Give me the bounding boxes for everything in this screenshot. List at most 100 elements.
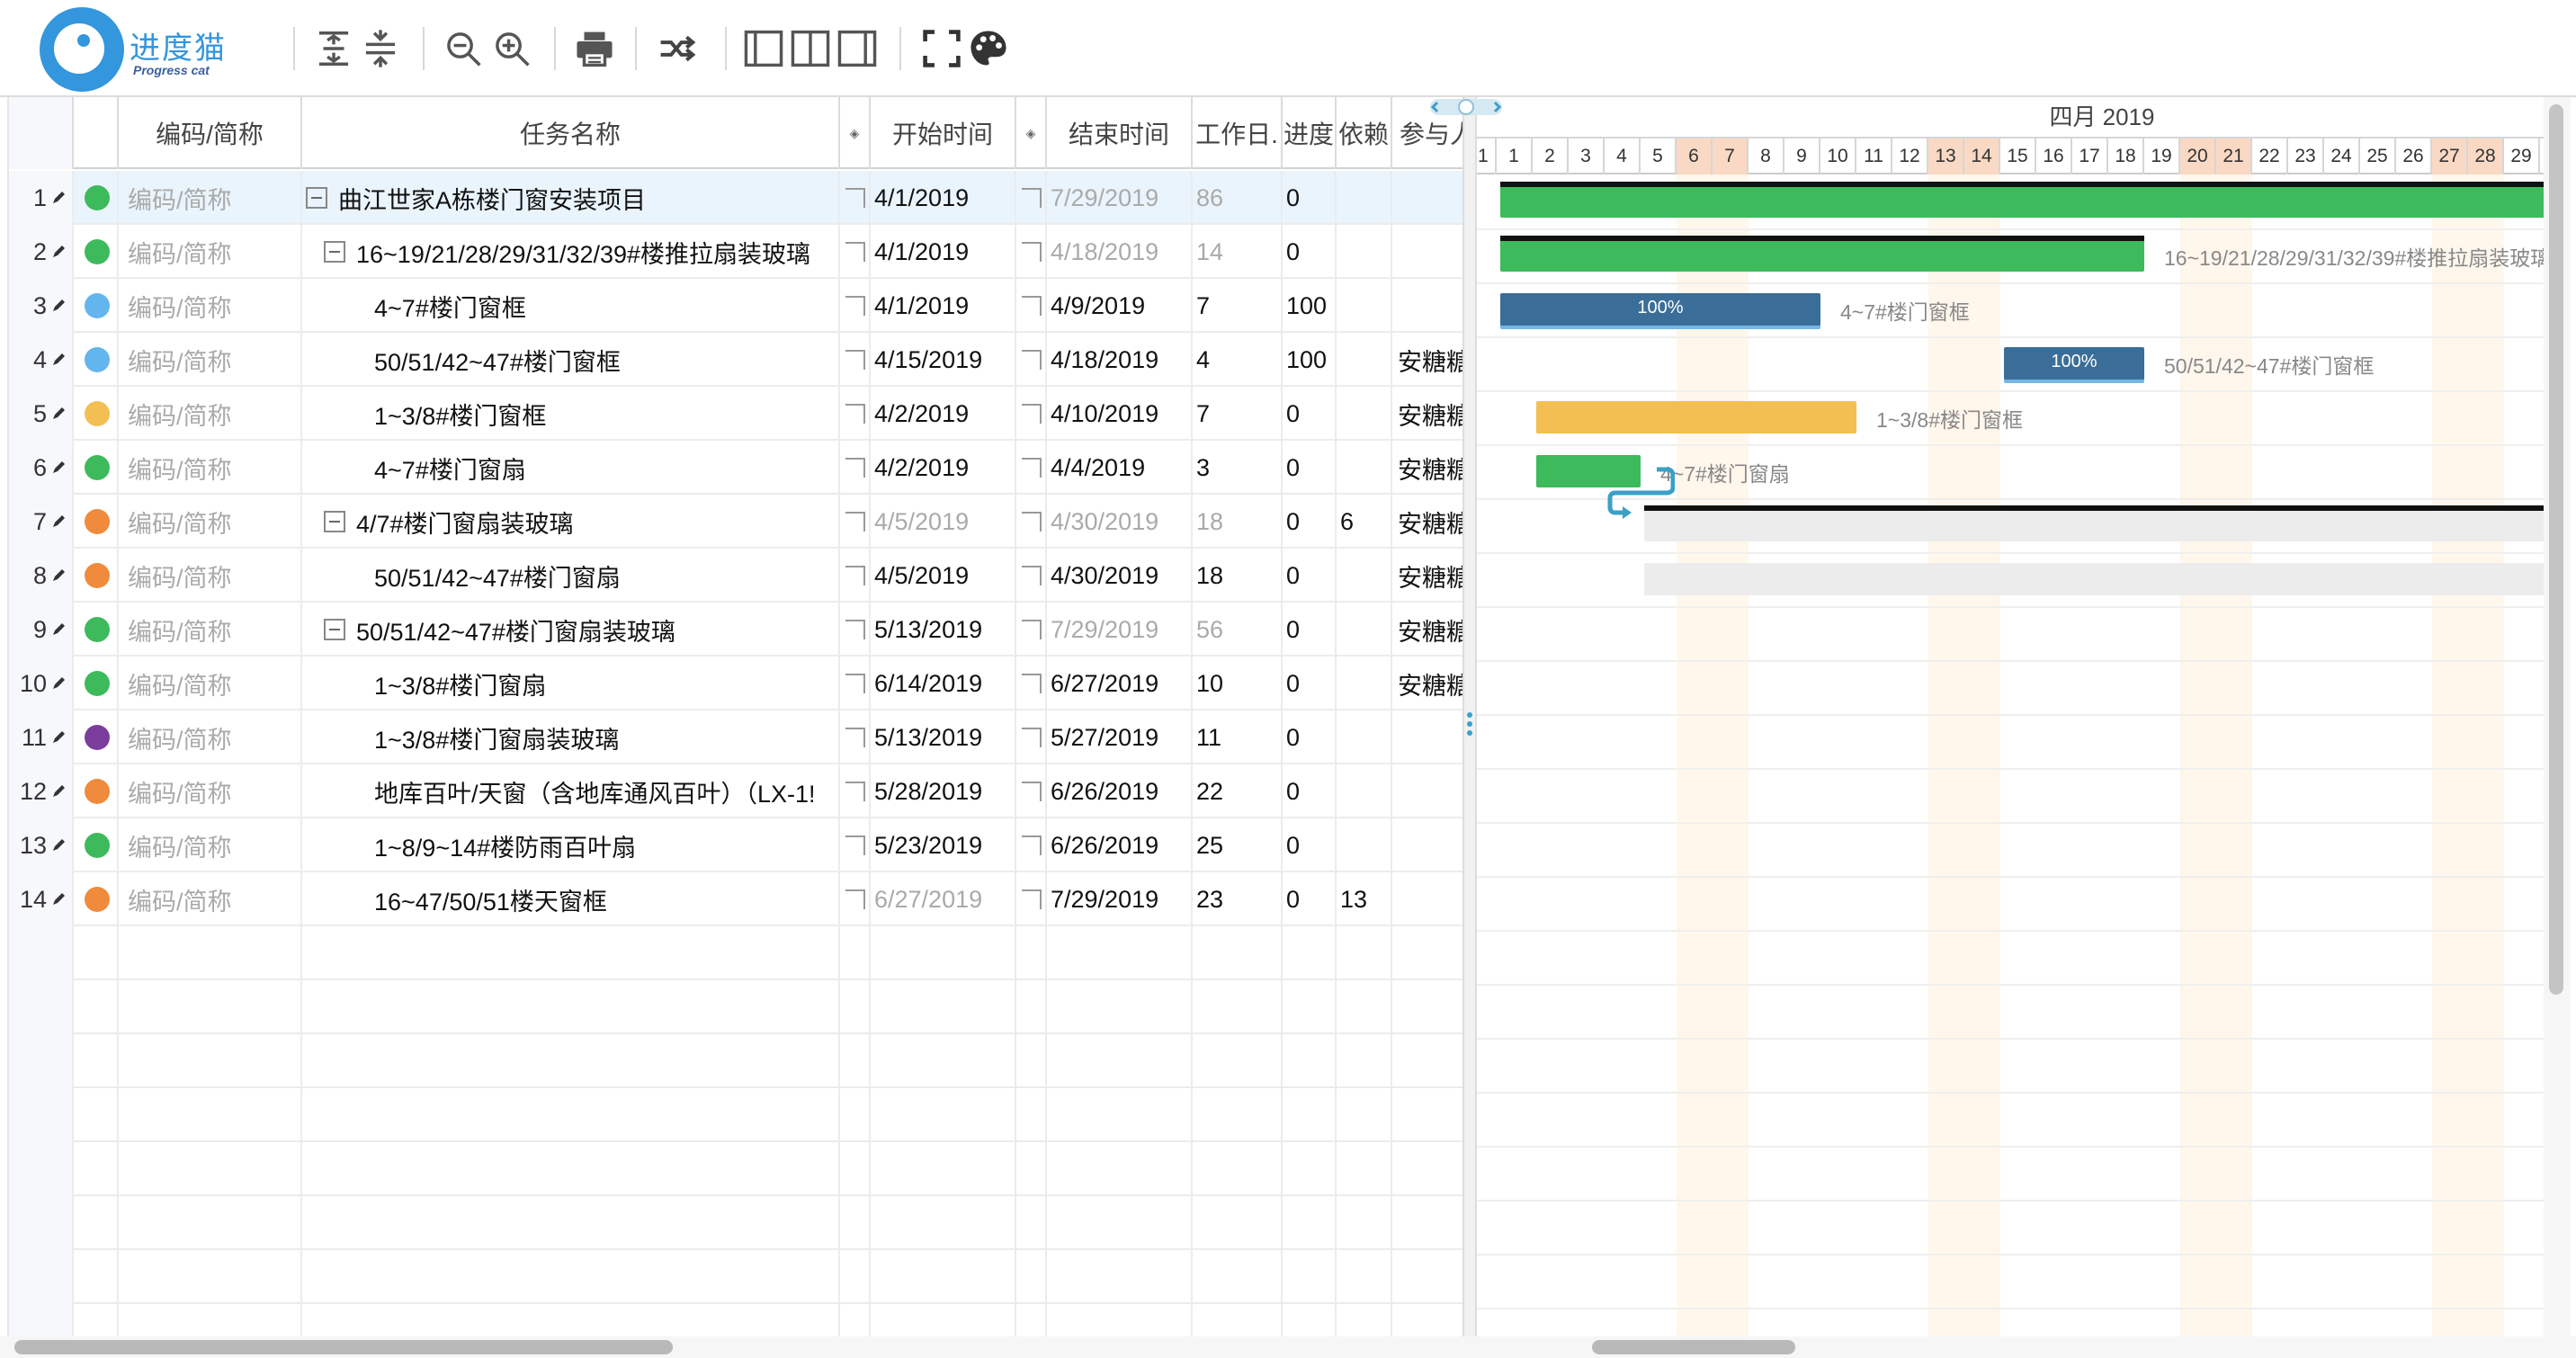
progress-cell[interactable]: 0 — [1283, 387, 1337, 441]
code-cell[interactable]: 编码/简称 — [119, 333, 302, 387]
end-date-cell[interactable]: 4/9/2019 — [1047, 279, 1193, 333]
start-date-cell[interactable] — [871, 1034, 1016, 1088]
end-date-cell[interactable] — [1047, 926, 1193, 980]
start-date-cell[interactable]: 4/1/2019 — [871, 225, 1016, 279]
constraint-checkbox-icon[interactable] — [845, 242, 865, 262]
gantt-bar[interactable] — [1644, 563, 2565, 595]
progress-cell[interactable] — [1283, 1088, 1337, 1142]
status-dot-icon[interactable] — [85, 455, 110, 480]
edit-pencil-icon[interactable] — [50, 832, 67, 860]
code-column-header[interactable]: 编码/简称 — [119, 97, 302, 169]
task-name-cell[interactable]: 50/51/42~47#楼门窗扇 — [302, 549, 840, 603]
progress-cell[interactable]: 0 — [1283, 441, 1337, 495]
depends-cell[interactable] — [1337, 657, 1392, 710]
code-cell[interactable]: 编码/简称 — [119, 279, 302, 333]
end-date-cell[interactable]: 4/10/2019 — [1047, 387, 1193, 441]
constraint-checkbox-icon[interactable] — [1022, 242, 1042, 262]
status-dot-icon[interactable] — [85, 401, 110, 426]
workdays-cell[interactable]: 18 — [1193, 495, 1283, 549]
participant-cell[interactable] — [1392, 980, 1464, 1034]
constraint-checkbox-icon[interactable] — [1022, 296, 1042, 316]
workdays-cell[interactable]: 22 — [1193, 764, 1283, 818]
layout-split-button[interactable] — [788, 23, 833, 74]
participant-cell[interactable]: 安糖糖 — [1392, 387, 1464, 441]
constraint-checkbox-icon[interactable] — [845, 728, 865, 747]
table-row[interactable] — [9, 980, 1464, 1034]
start-column-header[interactable]: 开始时间 — [871, 97, 1016, 169]
table-row[interactable]: 4 编码/简称 50/51/42~47#楼门窗框 4/15/2019 4/18/2019… — [9, 333, 1464, 387]
workdays-cell[interactable]: 86 — [1193, 171, 1283, 225]
workdays-cell[interactable] — [1193, 926, 1283, 980]
constraint-checkbox-icon[interactable] — [1022, 512, 1042, 532]
depends-cell[interactable] — [1337, 225, 1392, 279]
end-constraint-cell[interactable] — [1016, 980, 1047, 1034]
edit-pencil-icon[interactable] — [50, 346, 67, 374]
edit-pencil-icon[interactable] — [50, 670, 67, 698]
start-date-cell[interactable]: 5/28/2019 — [871, 764, 1016, 818]
start-constraint-cell[interactable] — [840, 387, 871, 441]
table-row[interactable] — [9, 1034, 1464, 1088]
constraint-checkbox-icon[interactable] — [1022, 728, 1042, 747]
status-dot-icon[interactable] — [85, 887, 110, 912]
end-constraint-cell[interactable] — [1016, 1142, 1047, 1196]
end-date-cell[interactable]: 4/4/2019 — [1047, 441, 1193, 495]
participant-cell[interactable] — [1392, 171, 1464, 225]
end-sort-icon[interactable]: ◈ — [1016, 97, 1047, 169]
table-row[interactable] — [9, 1250, 1464, 1304]
end-date-cell[interactable]: 6/26/2019 — [1047, 764, 1193, 818]
start-date-cell[interactable]: 4/2/2019 — [871, 441, 1016, 495]
table-row[interactable] — [9, 1196, 1464, 1250]
depends-cell[interactable] — [1337, 1088, 1392, 1142]
participant-cell[interactable] — [1392, 710, 1464, 764]
start-constraint-cell[interactable] — [840, 225, 871, 279]
workdays-cell[interactable]: 14 — [1193, 225, 1283, 279]
participant-cell[interactable]: 安糖糖 — [1392, 549, 1464, 603]
end-column-header[interactable]: 结束时间 — [1047, 97, 1193, 169]
gantt-horizontal-scroll-thumb[interactable] — [1592, 1340, 1795, 1354]
workdays-cell[interactable] — [1193, 1250, 1283, 1304]
end-date-cell[interactable]: 7/29/2019 — [1047, 171, 1193, 225]
constraint-checkbox-icon[interactable] — [1022, 404, 1042, 424]
edit-pencil-icon[interactable] — [50, 562, 67, 590]
edit-pencil-icon[interactable] — [50, 778, 67, 806]
workdays-cell[interactable]: 23 — [1193, 872, 1283, 926]
depends-cell[interactable] — [1337, 1196, 1392, 1250]
end-date-cell[interactable] — [1047, 1250, 1193, 1304]
depends-column-header[interactable]: 依赖 — [1337, 97, 1392, 169]
progress-cell[interactable]: 0 — [1283, 225, 1337, 279]
task-name-cell[interactable]: 4~7#楼门窗框 — [302, 279, 840, 333]
collapse-toggle-icon[interactable] — [324, 511, 345, 532]
gantt-vertical-scroll-thumb[interactable] — [2549, 104, 2563, 995]
end-constraint-cell[interactable] — [1016, 603, 1047, 657]
constraint-checkbox-icon[interactable] — [845, 889, 865, 909]
expand-all-button[interactable] — [311, 23, 356, 74]
layout-right-button[interactable] — [835, 23, 880, 74]
participant-cell[interactable] — [1392, 1250, 1464, 1304]
table-row[interactable]: 10 编码/简称 1~3/8#楼门窗扇 6/14/2019 6/27/2019 10 0 安糖… — [9, 657, 1464, 710]
task-name-cell[interactable]: 16~47/50/51楼天窗框 — [302, 872, 840, 926]
table-row[interactable]: 12 编码/简称 地库百叶/天窗（含地库通风百叶）（LX-1! 5/28/2019 6/… — [9, 764, 1464, 818]
start-constraint-cell[interactable] — [840, 926, 871, 980]
zoom-out-button[interactable] — [441, 23, 486, 74]
start-constraint-cell[interactable] — [840, 1034, 871, 1088]
grid-horizontal-scroll-thumb[interactable] — [14, 1340, 673, 1354]
progress-cell[interactable] — [1283, 1142, 1337, 1196]
edit-pencil-icon[interactable] — [50, 724, 67, 752]
table-row[interactable]: 14 编码/简称 16~47/50/51楼天窗框 6/27/2019 7/29/2019… — [9, 872, 1464, 926]
depends-cell[interactable] — [1337, 549, 1392, 603]
end-date-cell[interactable]: 4/18/2019 — [1047, 333, 1193, 387]
start-constraint-cell[interactable] — [840, 1196, 871, 1250]
code-cell[interactable]: 编码/简称 — [119, 818, 302, 872]
gantt-bar[interactable] — [1500, 239, 2144, 272]
start-date-cell[interactable]: 6/27/2019 — [871, 872, 1016, 926]
depends-cell[interactable] — [1337, 926, 1392, 980]
task-name-cell[interactable] — [302, 1142, 840, 1196]
status-dot-icon[interactable] — [85, 509, 110, 534]
progress-cell[interactable] — [1283, 926, 1337, 980]
constraint-checkbox-icon[interactable] — [845, 296, 865, 316]
workdays-cell[interactable]: 25 — [1193, 818, 1283, 872]
start-constraint-cell[interactable] — [840, 279, 871, 333]
constraint-checkbox-icon[interactable] — [845, 835, 865, 855]
end-constraint-cell[interactable] — [1016, 657, 1047, 710]
table-row[interactable]: 1 编码/简称 曲江世家A栋楼门窗安装项目 4/1/2019 7/29/2019 86 0 — [9, 171, 1464, 225]
